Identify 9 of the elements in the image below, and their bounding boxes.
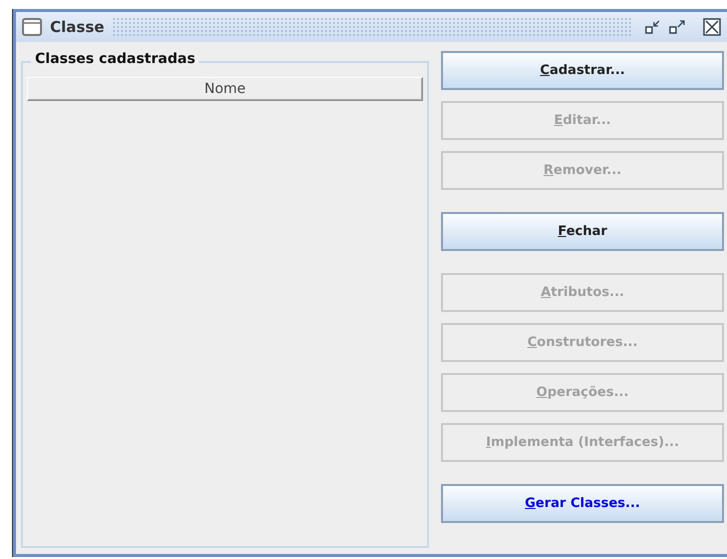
window-title: Classe: [50, 18, 104, 36]
action-button[interactable]: Gerar Classes...: [441, 484, 724, 523]
minimize-icon[interactable]: [645, 19, 661, 35]
window-icon: [22, 18, 42, 36]
maximize-icon[interactable]: [669, 19, 687, 35]
action-button[interactable]: Fechar: [441, 212, 724, 251]
close-icon[interactable]: [703, 18, 721, 36]
column-header[interactable]: Nome: [27, 77, 423, 101]
action-button[interactable]: Cadastrar...: [441, 51, 724, 90]
